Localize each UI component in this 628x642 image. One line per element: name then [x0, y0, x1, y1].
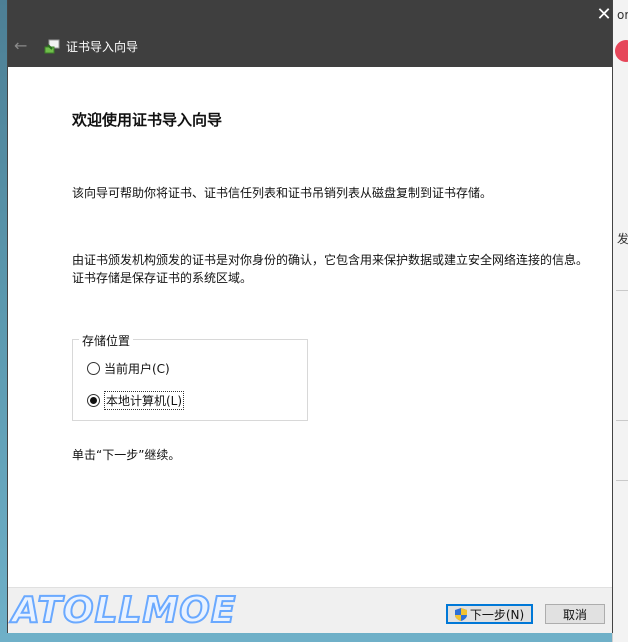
certificate-wizard-icon [44, 39, 60, 54]
background-divider [616, 290, 628, 291]
radio-button-selected-icon[interactable] [87, 394, 100, 407]
next-button[interactable]: 下一步(N) [446, 604, 533, 624]
uac-shield-icon [454, 607, 467, 621]
window-title: 证书导入向导 [66, 40, 139, 54]
cancel-button[interactable]: 取消 [545, 604, 605, 624]
page-title: 欢迎使用证书导入向导 [72, 111, 223, 129]
next-button-label: 下一步(N) [469, 607, 525, 622]
radio-current-user[interactable]: 当前用户(C) [87, 360, 170, 377]
radio-current-user-label: 当前用户(C) [104, 362, 170, 376]
radio-local-machine-label: 本地计算机(L) [104, 391, 185, 410]
background-red-icon [615, 40, 628, 62]
certificate-import-wizard-dialog: ← 证书导入向导 ✕ 欢迎使用证书导入向导 该向导可帮助你将证书、证书信任列表和… [8, 0, 612, 633]
intro-text: 该向导可帮助你将证书、证书信任列表和证书吊销列表从磁盘复制到证书存储。 [72, 186, 493, 200]
watermark-logo: ATOLLMOE [11, 589, 237, 632]
radio-button-icon[interactable] [87, 362, 100, 375]
background-window: or 发 [612, 0, 628, 642]
close-button[interactable]: ✕ [592, 4, 616, 26]
continue-hint: 单击“下一步”继续。 [72, 448, 181, 462]
radio-local-machine[interactable]: 本地计算机(L) [87, 391, 185, 410]
cancel-button-label: 取消 [562, 607, 587, 622]
store-location-group: 存储位置 当前用户(C) 本地计算机(L) [72, 332, 308, 421]
description-text: 由证书颁发机构颁发的证书是对你身份的确认，它包含用来保护数据或建立安全网络连接的… [72, 253, 589, 285]
background-divider [616, 480, 628, 481]
background-window-text: or [617, 8, 628, 22]
background-divider [616, 420, 628, 421]
store-location-label: 存储位置 [79, 332, 134, 349]
back-arrow-icon[interactable]: ← [14, 37, 32, 55]
background-window-text: 发 [617, 232, 628, 246]
wizard-content: 欢迎使用证书导入向导 该向导可帮助你将证书、证书信任列表和证书吊销列表从磁盘复制… [8, 67, 612, 587]
title-bar: ← 证书导入向导 ✕ [8, 0, 612, 67]
